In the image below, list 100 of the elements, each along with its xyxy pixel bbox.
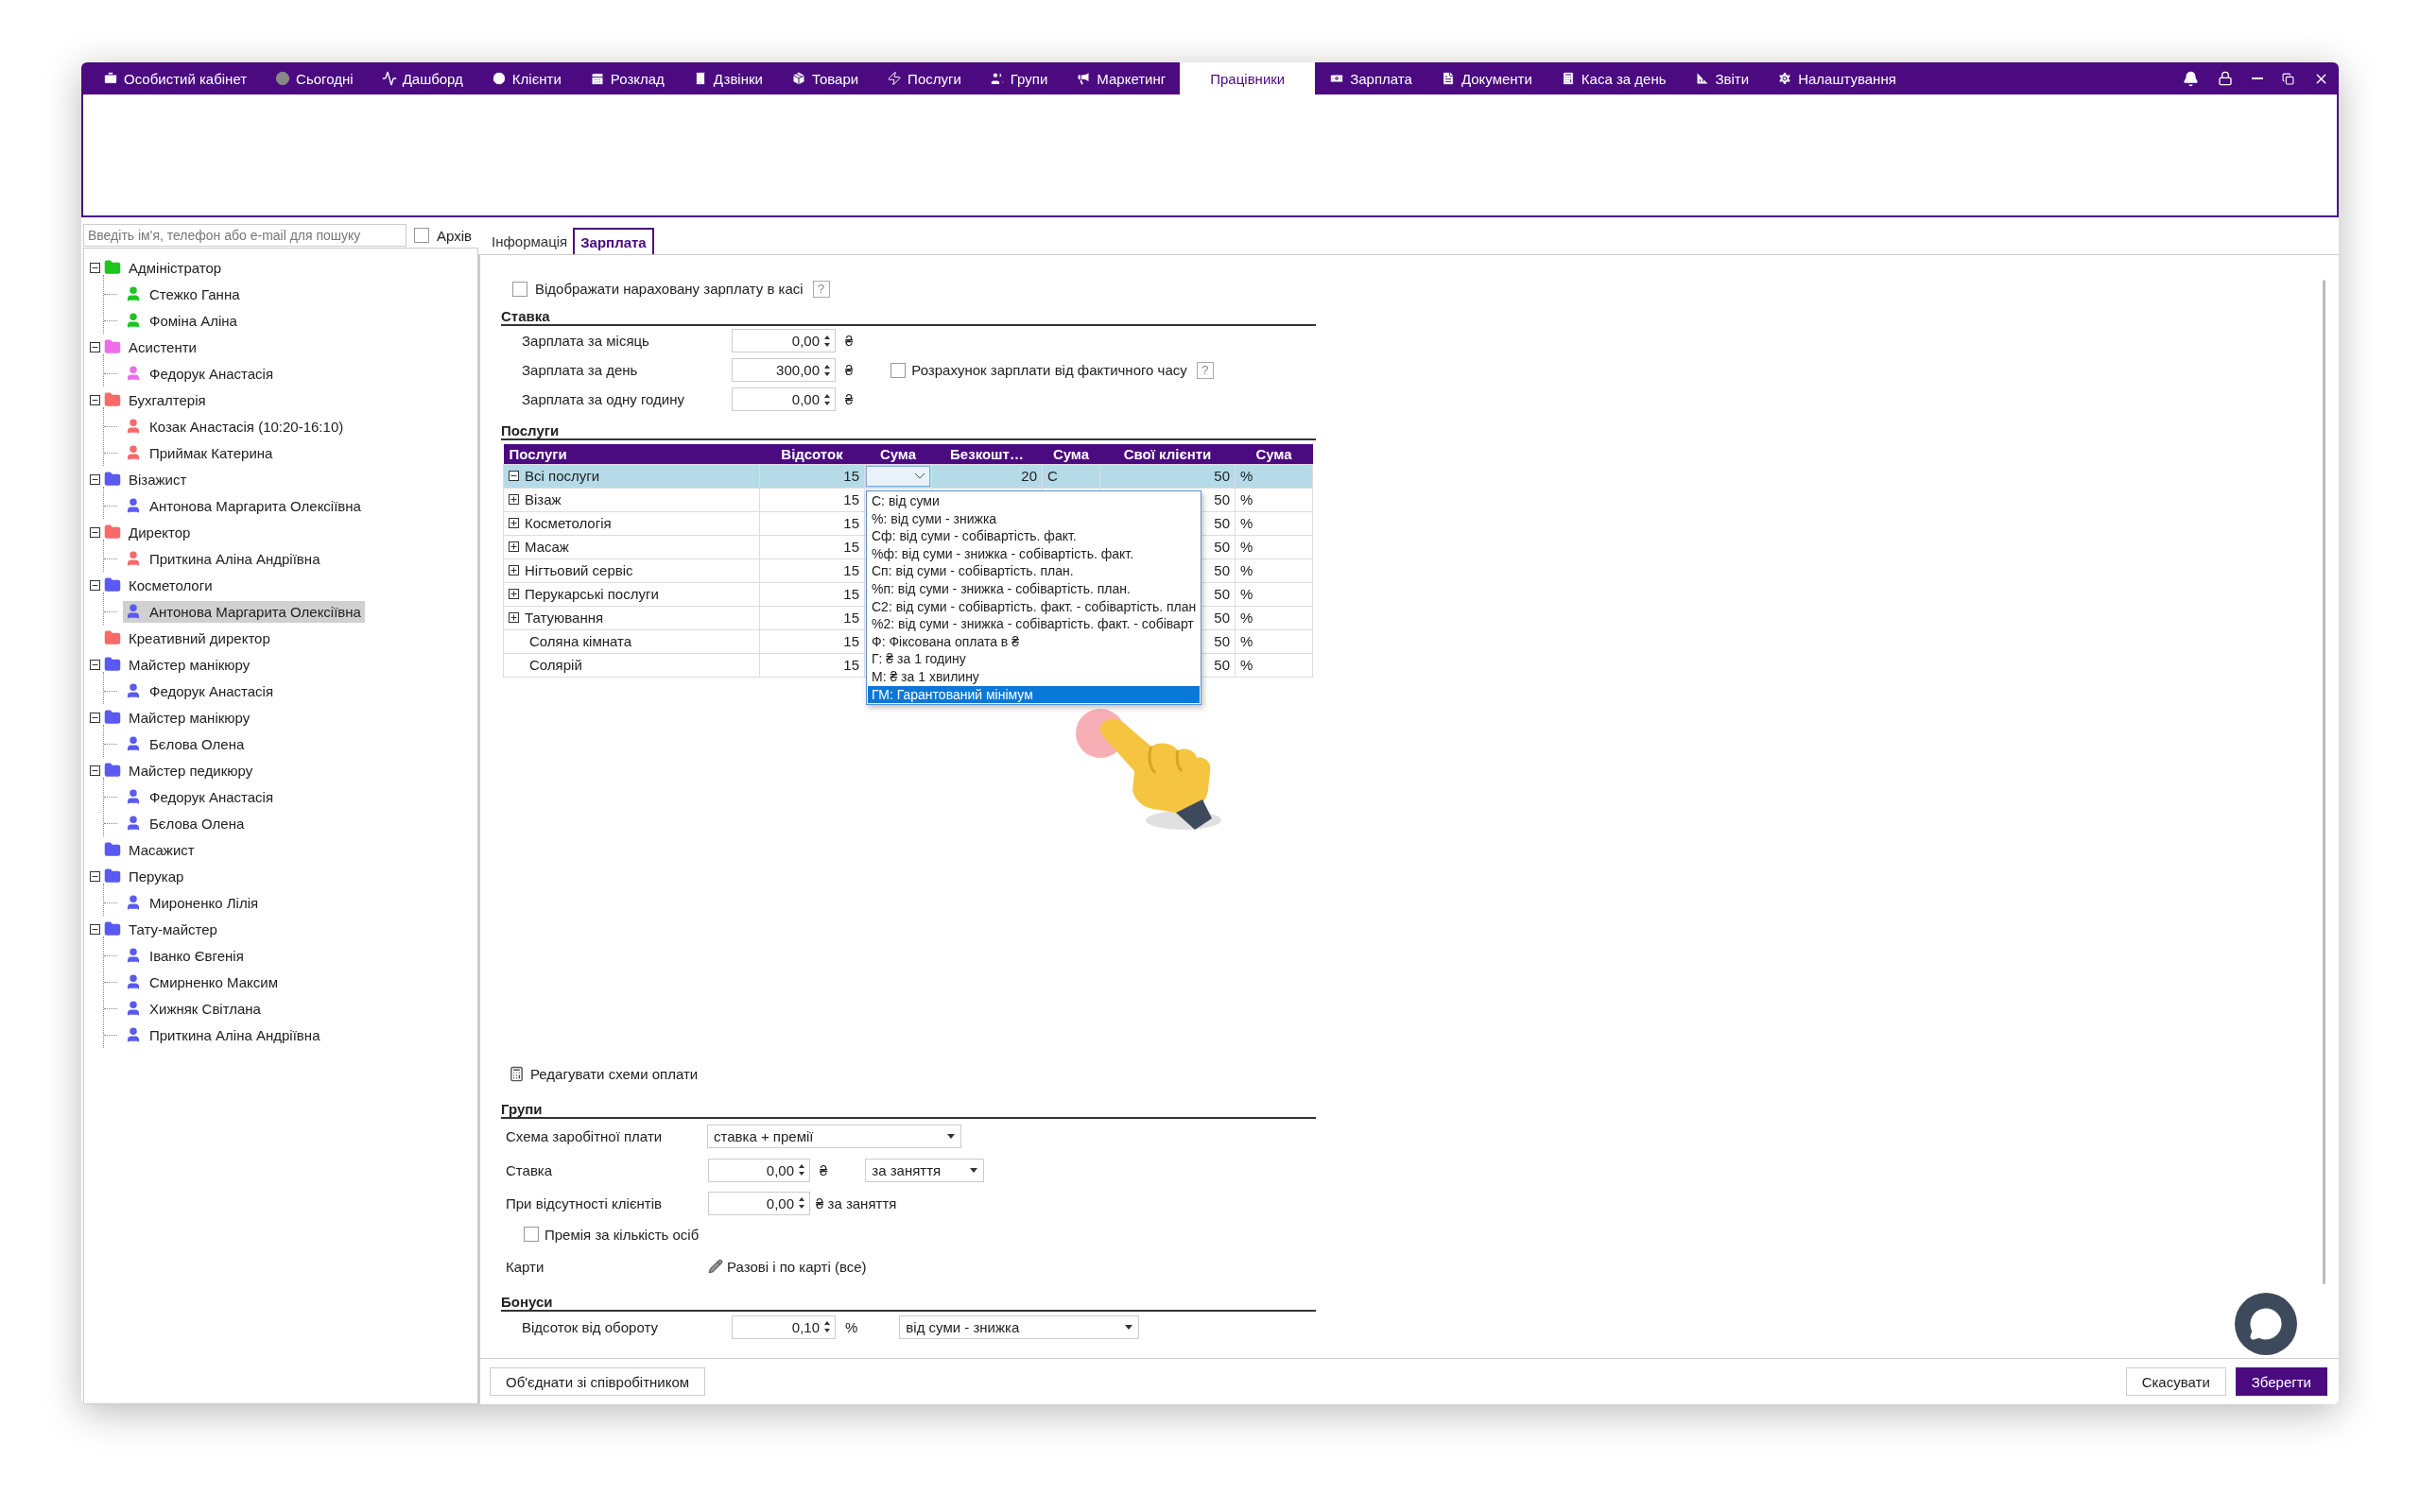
collapse-icon[interactable] [90,870,100,882]
nav-tab[interactable]: Працівники [1180,62,1316,94]
expand-icon[interactable] [509,612,519,623]
expand-icon[interactable] [509,518,519,528]
dropdown-option[interactable]: ГМ: Гарантований мінімум [868,685,1201,704]
collapse-icon[interactable] [90,262,100,273]
spin-arrows-icon[interactable] [798,1163,805,1177]
number-field[interactable]: 0,00 [708,1158,810,1182]
nav-tab[interactable]: Клієнти [476,62,576,94]
scrollbar[interactable] [2323,280,2325,1284]
table-cell[interactable]: Соляна кімната [503,629,760,653]
cancel-button[interactable]: Скасувати [2125,1367,2226,1396]
tree-item[interactable]: Приткина Аліна Андріївна [123,547,324,570]
tree-item[interactable]: Приткина Аліна Андріївна [123,1023,324,1046]
tree-group[interactable]: Перукар [125,865,188,887]
tree-group[interactable]: Бухгалтерія [125,388,210,411]
tree-group[interactable]: Майстер манікюру [125,653,254,676]
nav-tab[interactable]: Товари [776,62,873,94]
nav-tab[interactable]: Документи [1426,62,1547,94]
save-button[interactable]: Зберегти [2235,1367,2327,1396]
help-button[interactable]: ? [812,280,830,298]
help-button[interactable]: ? [1196,361,1214,379]
column-header[interactable]: Відсоток [759,444,865,464]
collapse-icon[interactable] [90,341,100,352]
tree-item[interactable]: Федорук Анастасія [123,785,278,808]
table-cell[interactable]: Косметологія [503,511,760,535]
nav-tab[interactable]: Розклад [575,62,679,94]
table-cell[interactable]: Перукарські послуги [503,582,760,606]
collapse-icon[interactable] [90,473,100,485]
table-cell[interactable]: Візаж [503,488,760,511]
column-header[interactable]: Свої клієнти [1099,444,1236,464]
dropdown-field[interactable]: ставка + премії [707,1124,961,1148]
tree-item[interactable]: Фоміна Аліна [123,309,241,332]
checkbox[interactable] [512,281,527,297]
column-header[interactable]: Послуги [503,444,760,464]
checkbox[interactable] [414,228,429,243]
tree-item[interactable]: Приймак Катерина [123,441,277,464]
collapse-icon[interactable] [509,471,519,481]
tree-item[interactable]: Смирненко Максим [123,971,282,993]
tree-group[interactable]: Креативний директор [125,627,274,649]
nav-tab[interactable]: Сьогодні [261,62,368,94]
spin-arrows-icon[interactable] [823,334,831,348]
tree-item[interactable]: Антонова Маргарита Олексіївна [123,494,365,517]
spin-arrows-icon[interactable] [798,1196,805,1210]
collapse-icon[interactable] [90,526,100,538]
tab[interactable]: Зарплата [573,228,654,254]
collapse-icon[interactable] [90,765,100,776]
column-header[interactable]: Сума [1235,444,1313,464]
nav-tab[interactable]: Групи [975,62,1063,94]
tree-group[interactable]: Косметологи [125,574,216,596]
nav-tab[interactable]: Зарплата [1315,62,1426,94]
column-header[interactable]: Сума [864,444,932,464]
dropdown-field[interactable]: за заняття [865,1158,985,1182]
tree-group[interactable]: Майстер манікюру [125,706,254,729]
number-field[interactable]: 300,00 [732,358,836,382]
tree-item[interactable]: Козак Анастасія (10:20-16:10) [123,415,348,438]
edit-schemes-button[interactable]: Редагувати схеми оплати [501,1060,1318,1087]
merge-button[interactable]: Об'єднати зі співробітником [490,1367,706,1396]
checkbox[interactable] [890,362,907,378]
number-field[interactable]: 0,00 [708,1191,810,1215]
collapse-icon[interactable] [90,579,100,591]
number-field[interactable]: 0,10 [732,1314,836,1339]
expand-icon[interactable] [509,589,519,599]
tree-group[interactable]: Директор [125,521,195,543]
search-field[interactable]: Введіть ім'я, телефон або e-mail для пошуку [83,224,406,247]
nav-tab[interactable]: Звіти [1680,62,1764,94]
tree-group[interactable]: Масажист [125,838,199,861]
tree-item[interactable]: Мироненко Лілія [123,891,263,914]
dropdown-field[interactable] [866,465,930,487]
number-field[interactable]: 0,00 [732,387,836,411]
nav-tab[interactable]: Дзвінки [678,62,777,94]
number-field[interactable]: 0,00 [732,329,836,352]
tree-item[interactable]: Антонова Маргарита Олексіївна [123,600,365,623]
tree-group[interactable]: Візажист [125,468,191,490]
table-cell[interactable]: Масаж [503,535,760,558]
expand-icon[interactable] [509,565,519,576]
nav-tab[interactable]: Налаштування [1763,62,1910,94]
tree-group[interactable]: Адміністратор [125,256,226,279]
collapse-icon[interactable] [90,712,100,723]
expand-icon[interactable] [509,494,519,505]
table-cell[interactable]: Татуювання [503,606,760,629]
tree-item[interactable]: Бєлова Олена [123,732,249,755]
table-cell[interactable]: Нігтьовий сервіс [503,558,760,582]
table-cell[interactable]: Всі послуги [503,464,760,488]
nav-tab[interactable]: Каса за день [1546,62,1681,94]
collapse-icon[interactable] [90,923,100,935]
tree-item[interactable]: Федорук Анастасія [123,679,278,702]
nav-tab[interactable]: Маркетинг [1062,62,1181,94]
spin-arrows-icon[interactable] [823,392,831,406]
nav-tab[interactable]: Дашборд [367,62,477,94]
tree-item[interactable]: Федорук Анастасія [123,362,278,385]
dropdown-field[interactable]: від суми - знижка [899,1314,1140,1339]
column-header[interactable]: Безкошт… [931,444,1043,464]
tree-item[interactable]: Іванко Євгенія [123,944,248,967]
checkbox[interactable] [524,1227,539,1242]
column-header[interactable]: Сума [1042,444,1100,464]
spin-arrows-icon[interactable] [823,1320,831,1333]
collapse-icon[interactable] [90,659,100,670]
tree-item[interactable]: Хижняк Світлана [123,997,265,1020]
collapse-icon[interactable] [90,394,100,405]
